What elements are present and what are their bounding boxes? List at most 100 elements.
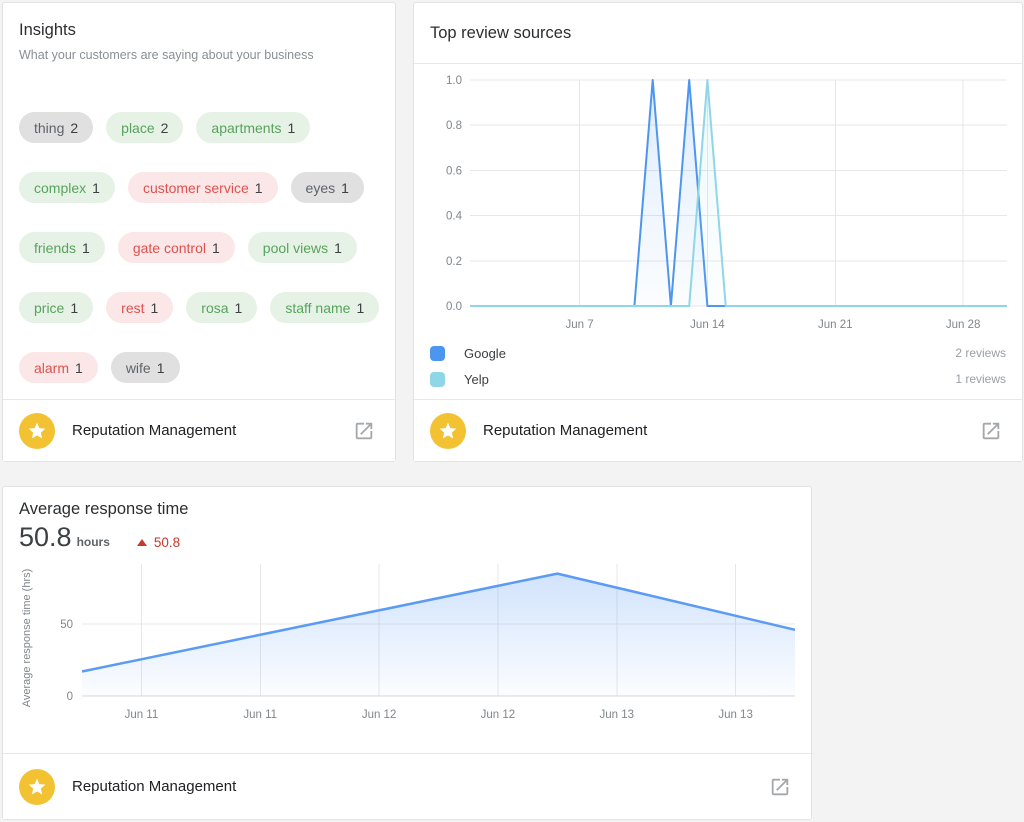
tag-count: 1 (75, 360, 83, 376)
series-area-google (470, 80, 1007, 306)
chart-legend: Google 2 reviews Yelp1 reviews (414, 338, 1022, 392)
external-link-icon (353, 420, 375, 442)
tag-pill-complex[interactable]: complex1 (19, 172, 115, 203)
tag-pill-customer-service[interactable]: customer service 1 (128, 172, 278, 203)
insights-tag-list: thing2place2apartments1complex1customer … (19, 112, 379, 383)
x-axis-tick: Jun 7 (566, 319, 594, 331)
tag-label: price (34, 300, 64, 316)
legend-name: Google (464, 346, 506, 361)
x-axis-tick: Jun 12 (481, 709, 516, 721)
legend-swatch-icon (430, 372, 445, 387)
response-time-value: 50.8 (19, 522, 72, 553)
series-line-yelp (470, 80, 1007, 306)
legend-item-yelp[interactable]: Yelp1 reviews (430, 366, 1006, 392)
delta-badge: 50.8 (137, 535, 180, 550)
y-axis-tick: 50 (60, 619, 73, 631)
tag-pill-price[interactable]: price 1 (19, 292, 93, 323)
tag-label: eyes (306, 180, 336, 196)
series-line-google (470, 80, 1007, 306)
insights-footer: Reputation Management (3, 399, 395, 461)
response-time-title: Average response time (19, 500, 795, 519)
y-axis-tick: 0 (67, 691, 73, 703)
tag-count: 1 (356, 300, 364, 316)
tag-count: 1 (287, 120, 295, 136)
y-axis-label: Average response time (hrs) (21, 569, 33, 708)
tag-label: apartments (211, 120, 281, 136)
tag-row: thing 2 place 2 apartments 1 (19, 112, 379, 143)
app-name-label: Reputation Management (72, 778, 236, 795)
tag-pill-thing[interactable]: thing 2 (19, 112, 93, 143)
review-sources-footer: Reputation Management (414, 399, 1022, 461)
tag-label: alarm (34, 360, 69, 376)
star-icon (19, 413, 55, 449)
insights-header: Insights What your customers are saying … (3, 3, 395, 62)
x-axis-tick: Jun 21 (818, 319, 853, 331)
tag-pill-place[interactable]: place 2 (106, 112, 183, 143)
tag-pill-staff-name[interactable]: staff name 1 (270, 292, 379, 323)
review-sources-title: Top review sources (430, 24, 571, 43)
legend-item-google[interactable]: Google 2 reviews (430, 340, 1006, 366)
x-axis-tick: Jun 11 (243, 709, 277, 721)
app-name-label: Reputation Management (483, 422, 647, 439)
legend-swatch-icon (430, 346, 445, 361)
tag-count: 1 (151, 300, 159, 316)
tag-label: place (121, 120, 154, 136)
tag-row: complex1 customer service 1 eyes1 (19, 172, 379, 203)
insights-card: Insights What your customers are saying … (2, 2, 396, 462)
tag-pill-apartments[interactable]: apartments 1 (196, 112, 310, 143)
tag-count: 1 (235, 300, 243, 316)
tag-label: gate control (133, 240, 206, 256)
x-axis-tick: Jun 12 (362, 709, 397, 721)
tag-label: friends (34, 240, 76, 256)
response-time-unit: hours (77, 535, 110, 549)
tag-count: 1 (334, 240, 342, 256)
open-in-new-button[interactable] (980, 420, 1002, 442)
legend-total: 2 reviews (955, 346, 1006, 360)
insights-title: Insights (19, 21, 379, 40)
tag-count: 2 (70, 120, 78, 136)
tag-pill-gate-control[interactable]: gate control 1 (118, 232, 235, 263)
review-sources-chart: 0.00.20.40.60.81.0Jun 7Jun 14Jun 21Jun 2… (430, 66, 1007, 338)
tag-pill-rest[interactable]: rest 1 (106, 292, 173, 323)
app-name-label: Reputation Management (72, 422, 236, 439)
tag-pill-alarm[interactable]: alarm 1 (19, 352, 98, 383)
open-in-new-button[interactable] (769, 776, 791, 798)
y-axis-tick: 0.4 (446, 211, 463, 223)
external-link-icon (769, 776, 791, 798)
y-axis-tick: 1.0 (446, 75, 462, 87)
tag-label: rest (121, 300, 144, 316)
insights-subtitle: What your customers are saying about you… (19, 48, 379, 62)
tag-row: friends1gate control1pool views1 (19, 232, 379, 263)
tag-count: 1 (70, 300, 78, 316)
open-in-new-button[interactable] (353, 420, 375, 442)
tag-label: customer service (143, 180, 249, 196)
star-icon (430, 413, 466, 449)
tag-pill-pool-views[interactable]: pool views1 (248, 232, 357, 263)
tag-pill-wife[interactable]: wife1 (111, 352, 180, 383)
tag-row: price1rest1rosa1staff name1 (19, 292, 379, 323)
x-axis-tick: Jun 28 (946, 319, 981, 331)
tag-pill-eyes[interactable]: eyes1 (291, 172, 364, 203)
tag-pill-rosa[interactable]: rosa1 (186, 292, 257, 323)
series-area-yelp (470, 80, 1007, 306)
tag-count: 1 (255, 180, 263, 196)
tag-row: alarm 1 wife1 (19, 352, 379, 383)
tag-pill-friends[interactable]: friends 1 (19, 232, 105, 263)
top-review-sources-card: Top review sources 0.00.20.40.60.81.0Jun… (413, 2, 1023, 462)
x-axis-tick: Jun 13 (718, 709, 753, 721)
tag-count: 2 (161, 120, 169, 136)
average-response-time-card: Average response time 50.8 hours 50.8 Av… (2, 486, 812, 820)
series-area-response-time (82, 574, 795, 696)
tag-label: staff name (285, 300, 350, 316)
tag-label: complex (34, 180, 86, 196)
triangle-up-icon (137, 539, 147, 546)
tag-count: 1 (82, 240, 90, 256)
tag-count: 1 (212, 240, 220, 256)
response-time-footer: Reputation Management (3, 753, 811, 819)
tag-label: thing (34, 120, 64, 136)
y-axis-tick: 0.6 (446, 165, 462, 177)
review-sources-header: Top review sources (414, 3, 1022, 64)
x-axis-tick: Jun 14 (690, 319, 725, 331)
delta-value: 50.8 (154, 535, 180, 550)
tag-label: wife (126, 360, 151, 376)
